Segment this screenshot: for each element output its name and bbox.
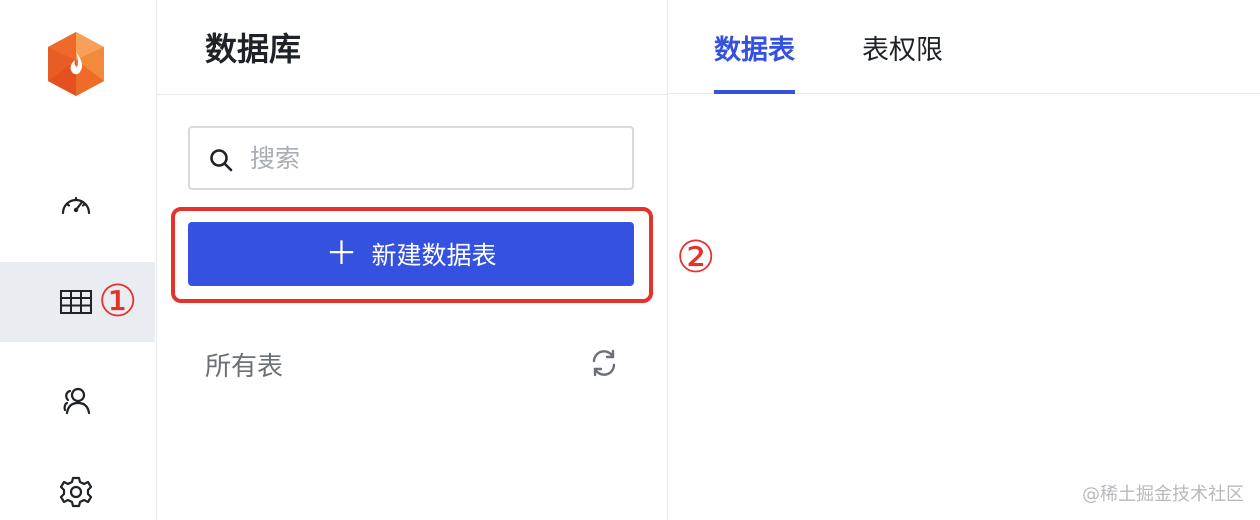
sidebar-item-dashboard[interactable]	[0, 167, 155, 247]
search-icon	[210, 149, 233, 172]
plus-icon: ＋	[325, 233, 358, 272]
icon-sidebar	[0, 0, 157, 520]
users-icon	[63, 387, 91, 415]
dashboard-icon	[61, 196, 91, 215]
table-icon	[60, 290, 92, 314]
panel-header: 数据库	[157, 0, 667, 95]
watermark: @稀土掘金技术社区	[1082, 484, 1244, 505]
search-input[interactable]	[250, 138, 620, 178]
gear-icon	[59, 476, 93, 508]
refresh-icon[interactable]	[589, 348, 619, 378]
search-box[interactable]	[188, 126, 634, 190]
tab-table-permissions[interactable]: 表权限	[862, 28, 943, 94]
tab-data-table[interactable]: 数据表	[714, 28, 795, 94]
tab-bar: 数据表 表权限	[668, 0, 1260, 94]
content-area: 数据表 表权限	[668, 0, 1260, 520]
page-title: 数据库	[205, 30, 302, 68]
new-table-button[interactable]: ＋ 新建数据表	[188, 222, 634, 286]
app-logo-icon[interactable]	[44, 30, 108, 98]
sidebar-item-users[interactable]	[0, 360, 155, 440]
sidebar-item-settings[interactable]	[0, 452, 155, 520]
all-tables-label: 所有表	[205, 352, 284, 382]
database-panel: 数据库 ＋ 新建数据表 所有表	[157, 0, 668, 520]
new-table-label: 新建数据表	[371, 241, 497, 270]
annotation-marker-1: ①	[98, 276, 138, 327]
app-window: ① 数据库 ＋ 新建数据表 所有表 ② 数据表	[0, 0, 1260, 520]
